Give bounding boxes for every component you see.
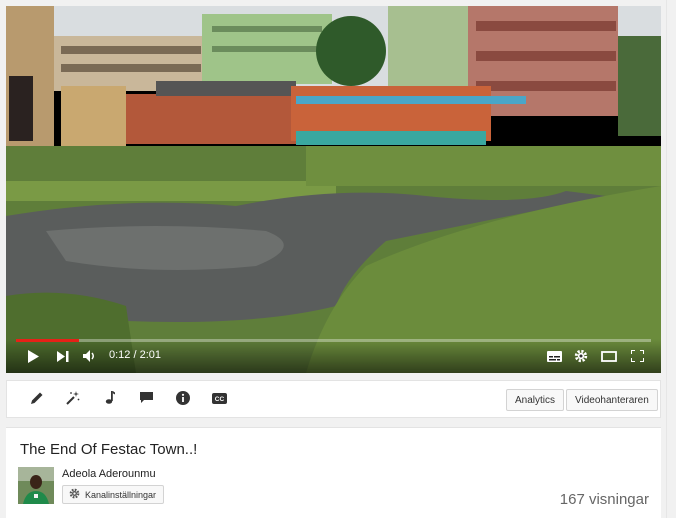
channel-settings-label: Kanalinställningar xyxy=(85,489,157,500)
theater-mode-button[interactable] xyxy=(600,348,618,364)
time-display: 0:12 / 2:01 xyxy=(109,349,161,361)
settings-button[interactable] xyxy=(572,348,590,364)
view-count: 167 visningar xyxy=(559,491,649,508)
progress-fill xyxy=(16,339,79,342)
music-note-icon xyxy=(105,391,115,409)
subtitles-icon xyxy=(546,350,562,362)
gear-icon xyxy=(69,488,80,501)
page: 0:12 / 2:01 CC Analytics Videohanteraren… xyxy=(0,0,676,518)
fullscreen-button[interactable] xyxy=(628,348,646,364)
subtitles-cc-button[interactable]: CC xyxy=(210,391,228,409)
video-info-panel: The End Of Festac Town..! Adeola Aderoun… xyxy=(6,427,661,518)
enhancements-button[interactable] xyxy=(64,390,82,410)
video-frame xyxy=(6,6,661,373)
analytics-button[interactable]: Analytics xyxy=(506,389,565,411)
video-edit-toolbar: CC Analytics Videohanteraren xyxy=(6,380,661,418)
info-icon xyxy=(176,390,190,410)
audio-button[interactable] xyxy=(101,391,119,409)
speech-bubble-icon xyxy=(139,391,153,409)
channel-name[interactable]: Adeola Aderounmu xyxy=(62,468,156,480)
pencil-icon xyxy=(30,391,44,410)
video-player[interactable]: 0:12 / 2:01 xyxy=(6,6,661,373)
channel-avatar[interactable] xyxy=(18,467,54,504)
cc-icon: CC xyxy=(211,391,227,409)
fullscreen-icon xyxy=(630,350,644,362)
video-manager-button[interactable]: Videohanteraren xyxy=(566,389,658,411)
theater-mode-icon xyxy=(601,350,617,362)
avatar-image xyxy=(18,467,54,504)
next-icon xyxy=(57,350,69,362)
volume-button[interactable] xyxy=(81,348,99,364)
video-title: The End Of Festac Town..! xyxy=(20,441,198,458)
magic-wand-icon xyxy=(66,390,80,410)
svg-text:CC: CC xyxy=(214,396,224,403)
player-controls: 0:12 / 2:01 xyxy=(6,339,661,373)
progress-bar[interactable] xyxy=(16,339,651,342)
edit-button[interactable] xyxy=(28,391,46,409)
page-scrollbar[interactable] xyxy=(666,0,676,518)
next-button[interactable] xyxy=(54,348,72,364)
info-button[interactable] xyxy=(174,390,192,410)
annotations-button[interactable] xyxy=(137,391,155,409)
subtitles-button[interactable] xyxy=(545,348,563,364)
channel-settings-button[interactable]: Kanalinställningar xyxy=(62,485,165,504)
play-icon xyxy=(27,349,39,363)
play-button[interactable] xyxy=(24,348,42,364)
gear-icon xyxy=(574,349,588,363)
volume-icon xyxy=(82,350,98,362)
